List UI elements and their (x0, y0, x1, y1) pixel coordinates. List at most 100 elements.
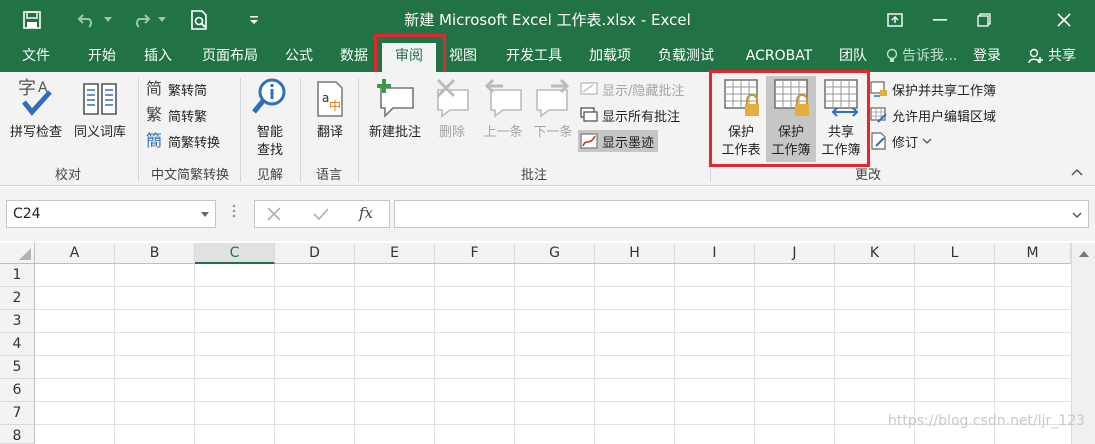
tab-insert[interactable]: 插入 (132, 40, 184, 72)
smart-lookup-label-1: 智能 (256, 125, 283, 140)
expand-formula-bar-icon[interactable] (1072, 211, 1082, 219)
select-all-corner[interactable] (0, 243, 35, 264)
translate-label: 翻译 (316, 125, 343, 140)
redo-icon[interactable] (128, 0, 154, 40)
column-header[interactable]: E (355, 243, 435, 264)
save-icon[interactable] (20, 0, 44, 40)
customize-qat-icon[interactable] (246, 0, 262, 40)
column-header[interactable]: K (835, 243, 915, 264)
column-header[interactable]: A (35, 243, 115, 264)
highlight-box-review-tab (374, 34, 446, 77)
gridline (354, 264, 355, 444)
allow-edit-ranges-button[interactable]: 允许用户编辑区域 (870, 104, 996, 126)
watermark: https://blog.csdn.net/ljr_123 (888, 413, 1086, 429)
title-bar: 新建 Microsoft Excel 工作表.xlsx - Excel (0, 0, 1095, 40)
ribbon-display-options-icon[interactable] (873, 0, 917, 40)
minimize-icon[interactable] (918, 0, 962, 40)
confirm-entry-icon[interactable] (313, 207, 329, 225)
smart-lookup-button[interactable]: 智能 查找 (246, 76, 294, 160)
close-icon[interactable] (1036, 0, 1092, 40)
previous-comment-button[interactable]: 上一条 (478, 76, 528, 142)
column-header[interactable]: B (115, 243, 195, 264)
undo-dropdown-icon[interactable] (102, 0, 114, 40)
row-header[interactable]: 6 (0, 379, 35, 402)
gridline (594, 264, 595, 444)
next-comment-label: 下一条 (533, 125, 573, 140)
delete-comment-button[interactable]: 删除 (430, 76, 474, 142)
row-header[interactable]: 1 (0, 264, 35, 287)
allow-edit-ranges-icon (870, 107, 887, 123)
tab-view[interactable]: 视图 (440, 40, 486, 72)
tell-me-label: 告诉我... (902, 48, 958, 64)
new-comment-button[interactable]: 新建批注 (362, 76, 428, 142)
ribbon-tabs: 文件 开始 插入 页面布局 公式 数据 审阅 视图 开发工具 加载项 负载测试 … (0, 40, 1095, 72)
collapse-ribbon-icon[interactable] (1070, 166, 1086, 180)
tab-load-test[interactable]: 负载测试 (648, 40, 724, 72)
to-traditional-label: 繁转简 (168, 83, 208, 99)
name-box[interactable]: C24 (6, 200, 216, 228)
tab-acrobat[interactable]: ACROBAT (734, 40, 824, 72)
undo-icon[interactable] (74, 0, 100, 40)
row-header[interactable]: 3 (0, 310, 35, 333)
group-label-proofing: 校对 (54, 168, 81, 183)
track-changes-button[interactable]: 修订 (870, 130, 932, 152)
group-label-comments: 批注 (520, 168, 547, 183)
share-button[interactable]: 共享 (1012, 40, 1092, 72)
protect-share-workbook-button[interactable]: 保护并共享工作簿 (870, 78, 996, 100)
smart-lookup-label-2: 查找 (256, 143, 283, 158)
column-header[interactable]: I (675, 243, 755, 264)
row-header[interactable]: 2 (0, 287, 35, 310)
tab-home[interactable]: 开始 (76, 40, 128, 72)
thesaurus-button[interactable]: 同义词库 (68, 76, 132, 142)
worksheet-grid[interactable]: A B C D E F G H I J K L M 1 2 3 4 5 6 7 … (0, 243, 1095, 444)
cancel-entry-icon[interactable] (267, 207, 281, 225)
print-preview-icon[interactable] (186, 0, 212, 40)
formula-bar-splitter[interactable] (232, 203, 238, 225)
tab-formulas[interactable]: 公式 (276, 40, 322, 72)
tab-team[interactable]: 团队 (830, 40, 876, 72)
next-comment-icon (536, 78, 570, 118)
tab-data[interactable]: 数据 (332, 40, 376, 72)
show-ink-button[interactable]: 显示墨迹 (578, 130, 659, 152)
restore-icon[interactable] (962, 0, 1006, 40)
row-header[interactable]: 7 (0, 402, 35, 425)
column-header[interactable]: H (595, 243, 675, 264)
to-simplified-button[interactable]: 繁 简转繁 (146, 104, 207, 126)
column-header[interactable]: M (995, 243, 1071, 264)
tab-file[interactable]: 文件 (12, 40, 60, 72)
gridline (434, 264, 435, 444)
row-header[interactable]: 4 (0, 333, 35, 356)
column-header[interactable]: L (915, 243, 995, 264)
show-hide-comment-icon (580, 82, 598, 95)
to-traditional-button[interactable]: 简 繁转简 (146, 78, 207, 100)
row-header[interactable]: 8 (0, 425, 35, 444)
column-header[interactable]: J (755, 243, 835, 264)
column-header[interactable]: D (275, 243, 355, 264)
row-header[interactable]: 5 (0, 356, 35, 379)
tab-page-layout[interactable]: 页面布局 (192, 40, 268, 72)
redo-dropdown-icon[interactable] (156, 0, 168, 40)
track-changes-label: 修订 (892, 135, 919, 151)
tab-developer[interactable]: 开发工具 (496, 40, 572, 72)
tab-add-ins[interactable]: 加载项 (582, 40, 638, 72)
column-header[interactable]: F (435, 243, 515, 264)
show-all-comments-button[interactable]: 显示所有批注 (580, 104, 680, 126)
formula-input[interactable] (394, 200, 1089, 228)
scroll-up-icon[interactable] (1072, 243, 1095, 265)
sign-in-link[interactable]: 登录 (966, 40, 1008, 72)
show-hide-comment-label: 显示/隐藏批注 (602, 83, 685, 99)
tell-me-box[interactable]: 告诉我... (886, 40, 962, 72)
show-hide-comment-button[interactable]: 显示/隐藏批注 (580, 78, 684, 100)
column-header-selected[interactable]: C (195, 243, 275, 264)
smart-lookup-icon (252, 78, 286, 114)
spell-check-button[interactable]: 字 A 拼写检查 (4, 76, 68, 142)
translate-button[interactable]: a 中 翻译 (306, 76, 354, 142)
chinese-convert-button[interactable]: 簡 简繁转换 (146, 130, 220, 152)
next-comment-button[interactable]: 下一条 (528, 76, 578, 142)
column-header[interactable]: G (515, 243, 595, 264)
chevron-down-icon (922, 138, 932, 144)
insert-function-icon[interactable]: fx (359, 204, 373, 222)
chevron-down-icon[interactable] (201, 212, 209, 218)
ribbon: 字 A 拼写检查 同义词库 校对 简 繁转简 繁 简转繁 簡 简繁转换 中文简繁… (0, 72, 1095, 186)
gridline (35, 286, 1070, 287)
